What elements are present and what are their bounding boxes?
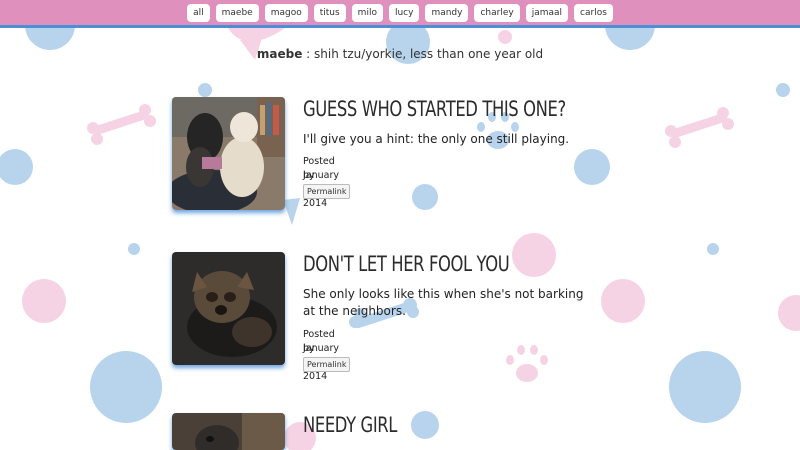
post-photo[interactable] bbox=[172, 413, 285, 450]
nav-button-titus[interactable]: titus bbox=[313, 3, 346, 22]
nav-button-maebe[interactable]: maebe bbox=[215, 3, 259, 22]
category-name: maebe bbox=[256, 47, 303, 61]
post-title[interactable]: GUESS WHO STARTED THIS ONE? bbox=[303, 97, 566, 121]
nav-button-milo[interactable]: milo bbox=[351, 3, 383, 22]
nav-button-all[interactable]: all bbox=[187, 3, 210, 22]
nav-button-charley[interactable]: charley bbox=[474, 3, 520, 22]
nav-button-lucy[interactable]: lucy bbox=[388, 3, 420, 22]
nav-button-magoo[interactable]: magoo bbox=[264, 3, 308, 22]
category-header: maebe : shih tzu/yorkie, less than one y… bbox=[0, 47, 800, 61]
post-title[interactable]: DON'T LET HER FOOL YOU bbox=[303, 252, 510, 276]
post-photo[interactable] bbox=[172, 252, 285, 365]
nav-button-mandy[interactable]: mandy bbox=[425, 3, 469, 22]
background-decoration bbox=[0, 0, 800, 450]
post-title[interactable]: NEEDY GIRL bbox=[303, 413, 397, 437]
nav-button-jamaal[interactable]: jamaal bbox=[525, 3, 569, 22]
permalink-button[interactable]: Permalink bbox=[303, 357, 351, 372]
post-body: She only looks like this when she's not … bbox=[303, 287, 584, 318]
permalink-button[interactable]: Permalink bbox=[303, 184, 351, 199]
post-photo[interactable] bbox=[172, 97, 285, 210]
nav-button-carlos[interactable]: carlos bbox=[574, 3, 613, 22]
nav-bar: all maebe magoo titus milo lucy mandy ch… bbox=[0, 0, 800, 28]
post-body: I'll give you a hint: the only one still… bbox=[303, 132, 570, 146]
category-description: : shih tzu/yorkie, less than one year ol… bbox=[306, 47, 544, 61]
